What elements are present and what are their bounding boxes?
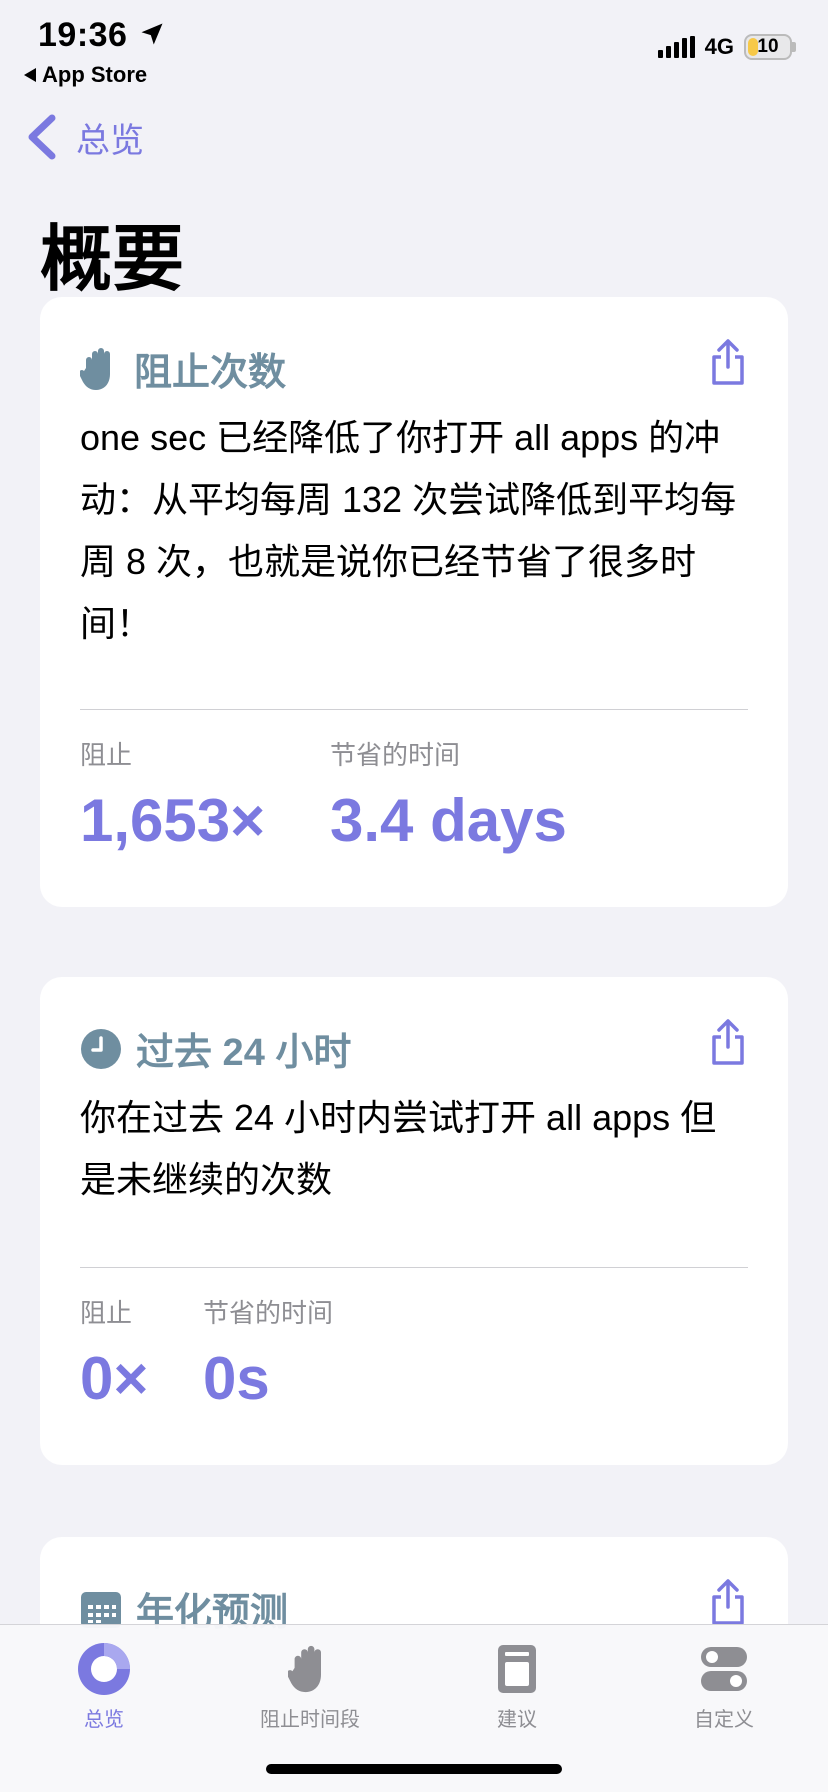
tab-overview[interactable]: 总览: [24, 1641, 184, 1732]
card-heading: 阻止次数: [80, 341, 286, 396]
status-time: 19:36: [38, 16, 128, 54]
stat-value: 0s: [203, 1345, 270, 1412]
status-indicators: 4G 10: [657, 34, 796, 60]
card-divider: [80, 709, 748, 710]
chevron-left-icon: [28, 114, 56, 160]
overview-ring-icon: [78, 1643, 130, 1695]
stat-time-saved: 节省的时间 0s: [203, 1293, 333, 1413]
tab-label: 自定义: [694, 1709, 754, 1731]
back-triangle-icon: [24, 68, 36, 82]
status-bar: 19:36 App Store 4G 10: [0, 0, 828, 95]
stat-value: 0×: [80, 1345, 149, 1412]
card-last-24-hours: 过去 24 小时 你在过去 24 小时内尝试打开 all apps 但是未继续的…: [40, 977, 788, 1465]
tab-block-schedule[interactable]: 阻止时间段: [230, 1641, 390, 1732]
back-to-app-store[interactable]: App Store: [24, 62, 147, 88]
battery-level: 10: [757, 36, 779, 57]
stat-value: 1,653×: [80, 787, 266, 854]
tab-label: 建议: [497, 1709, 537, 1731]
stat-label: 阻止: [80, 1298, 133, 1328]
card-title: 过去 24 小时: [136, 1032, 352, 1074]
calendar-icon: [81, 1591, 121, 1628]
nav-back-label: 总览: [76, 121, 144, 160]
network-type: 4G: [704, 34, 734, 59]
stat-blocked: 阻止 0×: [80, 1293, 148, 1413]
tab-label: 阻止时间段: [260, 1709, 360, 1731]
stat-label: 阻止: [80, 740, 133, 770]
book-icon: [498, 1645, 536, 1693]
card-heading: 过去 24 小时: [80, 1021, 351, 1076]
share-icon[interactable]: [708, 1017, 748, 1067]
nav-back-button[interactable]: 总览: [24, 112, 144, 162]
share-icon[interactable]: [708, 337, 748, 387]
card-description: one sec 已经降低了你打开 all apps 的冲动：从平均每周 132 …: [80, 417, 737, 644]
card-description: 你在过去 24 小时内尝试打开 all apps 但是未继续的次数: [80, 1097, 717, 1200]
page-title: 概要: [40, 220, 185, 300]
clock-icon: [81, 1028, 121, 1069]
home-indicator[interactable]: [266, 1764, 562, 1774]
tab-label: 总览: [84, 1709, 124, 1731]
battery-icon: 10: [744, 34, 796, 60]
stat-time-saved: 节省的时间 3.4 days: [330, 735, 567, 855]
share-icon[interactable]: [708, 1577, 748, 1627]
card-title: 阻止次数: [134, 352, 287, 394]
card-blocked-count: 阻止次数 one sec 已经降低了你打开 all apps 的冲动：从平均每周…: [40, 297, 788, 907]
stat-value: 3.4 days: [330, 787, 567, 854]
tab-customize[interactable]: 自定义: [644, 1641, 804, 1732]
card-divider: [80, 1267, 748, 1268]
cellular-signal-icon: [657, 36, 695, 58]
back-app-label: App Store: [42, 62, 148, 87]
toggles-icon: [701, 1647, 747, 1691]
hand-icon: [288, 1645, 321, 1693]
hand-stop-icon: [80, 347, 110, 390]
stat-label: 节省的时间: [330, 740, 461, 770]
tab-suggestions[interactable]: 建议: [437, 1641, 597, 1732]
stat-blocked: 阻止 1,653×: [80, 735, 265, 855]
location-arrow-icon: [141, 23, 163, 45]
stat-label: 节省的时间: [203, 1298, 334, 1328]
